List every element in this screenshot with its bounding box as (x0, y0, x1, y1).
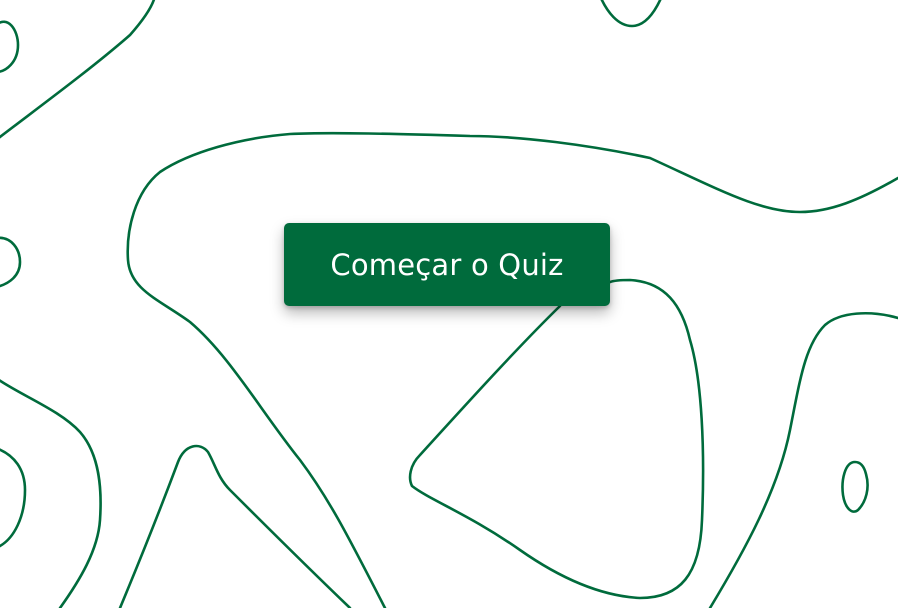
contour-line (600, 0, 662, 28)
contour-line (841, 460, 869, 513)
contour-line (126, 131, 898, 608)
contour-line (118, 444, 352, 608)
contour-line (0, 379, 102, 608)
contour-line (708, 312, 898, 608)
contour-line (0, 448, 27, 548)
contour-line (408, 278, 705, 600)
contour-line (0, 236, 22, 288)
start-quiz-button[interactable]: Começar o Quiz (284, 223, 610, 306)
quiz-start-screen: Começar o Quiz (0, 0, 898, 608)
contour-line (0, 0, 156, 139)
contour-line (0, 20, 20, 73)
